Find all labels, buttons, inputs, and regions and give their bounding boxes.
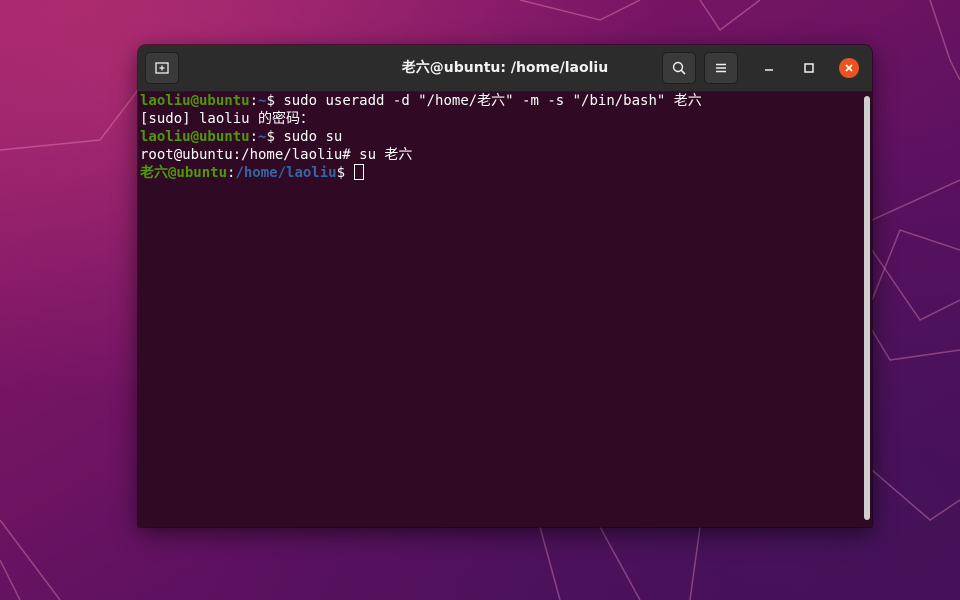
search-button[interactable] [662, 52, 696, 84]
terminal-output[interactable]: laoliu@ubuntu:~$ sudo useradd -d "/home/… [138, 92, 862, 527]
terminal-line: 老六@ubuntu:/home/laoliu$ [140, 164, 365, 182]
terminal-line: laoliu@ubuntu:~$ sudo su [140, 128, 342, 146]
maximize-button[interactable] [799, 58, 819, 78]
prompt-sigil: $ [336, 165, 354, 181]
new-tab-button[interactable] [145, 52, 179, 84]
prompt-user: 老六@ubuntu [140, 165, 228, 181]
minimize-icon [765, 69, 773, 71]
prompt-separator: : [249, 93, 259, 109]
prompt-user: laoliu@ubuntu [140, 129, 250, 145]
hamburger-menu-icon [716, 63, 726, 73]
header-bar[interactable]: 老六@ubuntu: /home/laoliu [138, 45, 872, 92]
terminal-line: root@ubuntu:/home/laoliu# su 老六 [140, 146, 412, 164]
prompt-sigil: $ [266, 129, 284, 145]
prompt-user: laoliu@ubuntu [140, 93, 250, 109]
minimize-button[interactable] [759, 58, 779, 78]
prompt-path: /home/laoliu [235, 165, 337, 181]
maximize-icon [804, 63, 814, 73]
terminal-window[interactable]: 老六@ubuntu: /home/laoliu laoliu@ubuntu:~$… [138, 45, 872, 527]
output-text: [sudo] laoliu 的密码： [140, 111, 315, 127]
output-text: root@ubuntu:/home/laoliu# su 老六 [140, 147, 413, 163]
menu-button[interactable] [704, 52, 738, 84]
prompt-separator: : [249, 129, 259, 145]
scrollbar[interactable] [862, 92, 872, 527]
command-text: sudo useradd -d "/home/老六" -m -s "/bin/b… [283, 93, 702, 109]
close-icon [845, 64, 853, 72]
terminal-line: [sudo] laoliu 的密码： [140, 110, 314, 128]
command-text: sudo su [283, 129, 343, 145]
new-tab-icon [155, 62, 169, 74]
search-icon [672, 61, 686, 75]
prompt-sigil: $ [266, 93, 284, 109]
scrollbar-thumb[interactable] [864, 96, 870, 520]
text-cursor [354, 164, 365, 180]
close-button[interactable] [839, 58, 859, 78]
terminal-line: laoliu@ubuntu:~$ sudo useradd -d "/home/… [140, 92, 702, 110]
